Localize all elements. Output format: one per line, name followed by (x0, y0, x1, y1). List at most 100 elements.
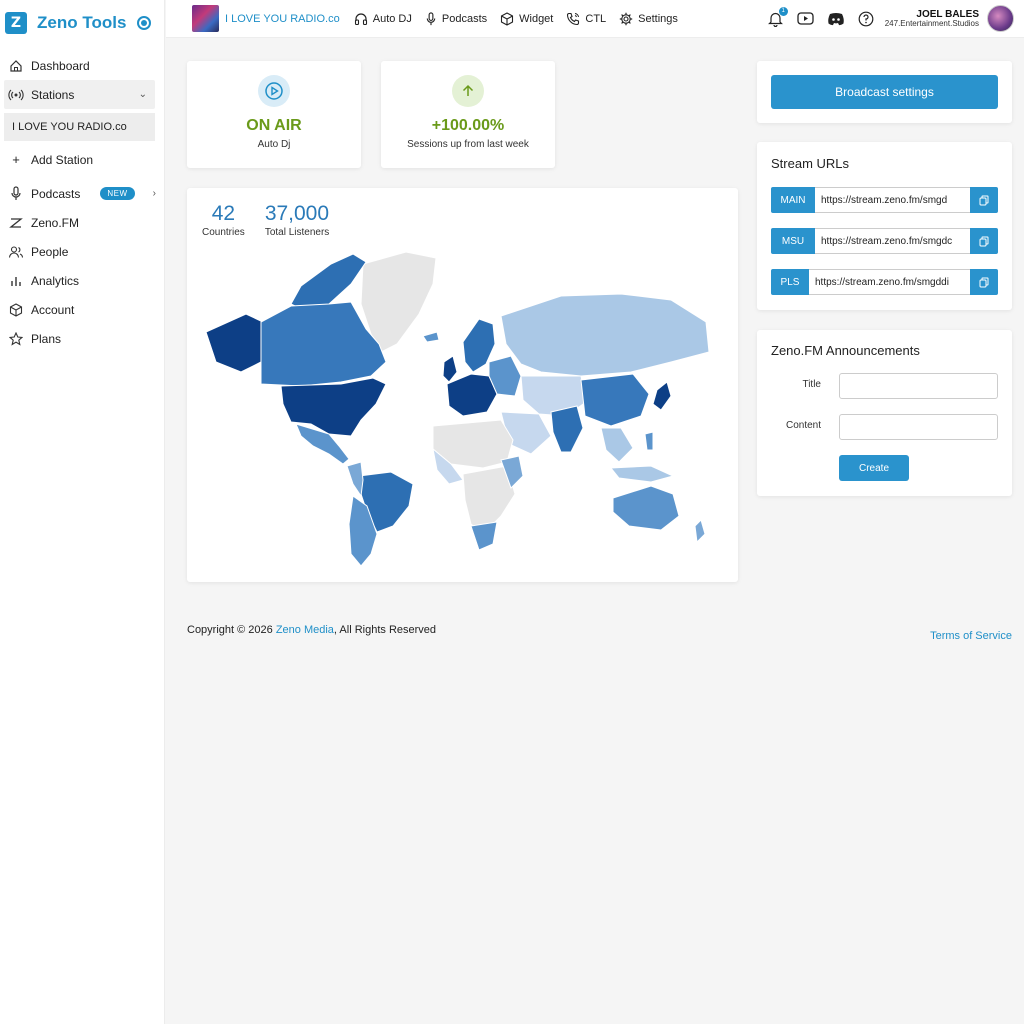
topbar-station-name[interactable]: I LOVE YOU RADIO.co (225, 13, 340, 25)
sidebar-item-account[interactable]: Account (0, 295, 164, 324)
footer-copyright: Copyright © 2026 Zeno Media, All Rights … (187, 624, 436, 636)
avatar[interactable] (987, 5, 1014, 32)
stream-urls-title: Stream URLs (771, 156, 850, 171)
discord-icon[interactable] (827, 10, 845, 28)
stream-url-row: MSU (771, 228, 998, 254)
map-japan (652, 381, 672, 411)
world-map[interactable] (201, 244, 726, 574)
brand[interactable]: Z Zeno Tools (0, 0, 164, 46)
cube-icon (8, 302, 24, 318)
home-icon (8, 58, 24, 74)
listeners-label: Total Listeners (264, 227, 330, 238)
sidebar-item-podcasts[interactable]: Podcasts NEW › (0, 179, 164, 208)
on-air-status: ON AIR (246, 117, 302, 134)
youtube-icon[interactable] (797, 10, 815, 28)
sidebar-item-label: Zeno.FM (31, 215, 80, 230)
listeners-count: 37,000 (264, 202, 330, 225)
stream-url-field[interactable] (815, 187, 970, 213)
map-andes (346, 461, 364, 498)
sessions-label: Sessions up from last week (407, 139, 529, 150)
people-icon (8, 244, 24, 260)
zeno-logo-icon: Z (5, 12, 27, 34)
user-info[interactable]: JOEL BALES 247.Entertainment.Studios (885, 9, 979, 29)
sidebar-item-zenofm[interactable]: Zeno.FM (0, 208, 164, 237)
play-circle-icon (258, 75, 290, 107)
sidebar: Z Zeno Tools Dashboard Stations ⌄ I LOVE… (0, 0, 165, 1024)
help-icon[interactable] (857, 10, 875, 28)
sidebar-item-label: Dashboard (31, 58, 90, 73)
sidebar-item-stations[interactable]: Stations ⌄ (4, 80, 155, 109)
notification-count: 1 (778, 6, 788, 16)
sidebar-item-label: People (31, 244, 69, 259)
topbar-link-label: Settings (638, 12, 678, 25)
plus-icon: + (12, 152, 20, 167)
map-usa (280, 377, 387, 437)
topbar-link-label: Auto DJ (372, 12, 412, 25)
broadcast-settings-button[interactable]: Broadcast settings (771, 75, 998, 109)
map-iceland (422, 331, 440, 343)
zeno-media-link[interactable]: Zeno Media (276, 624, 334, 636)
on-air-label: Auto Dj (257, 139, 291, 150)
sidebar-item-label: Plans (31, 331, 62, 346)
create-button[interactable]: Create (839, 455, 909, 481)
announcement-content-input[interactable] (839, 414, 998, 440)
bar-chart-icon (8, 273, 24, 289)
map-alaska (205, 313, 264, 373)
map-west-europe (446, 373, 498, 417)
broadcast-icon (8, 87, 24, 103)
map-russia (500, 293, 710, 377)
topbar-link-label: Podcasts (441, 12, 488, 25)
topbar: I LOVE YOU RADIO.co Auto DJ Podcasts Wid… (166, 0, 1024, 38)
countries-count: 42 (211, 202, 236, 225)
stream-url-field[interactable] (809, 269, 970, 295)
chevron-right-icon: › (152, 188, 156, 199)
stream-tag: MSU (771, 228, 815, 254)
topbar-widget[interactable]: Widget (500, 11, 553, 26)
copyright-prefix: Copyright © 2026 (187, 624, 276, 636)
bell-icon[interactable]: 1 (767, 6, 788, 28)
target-icon[interactable] (137, 16, 151, 30)
sidebar-item-label: Analytics (31, 273, 80, 288)
topbar-auto-dj[interactable]: Auto DJ (354, 12, 412, 26)
title-label: Title (802, 379, 821, 390)
stream-url-row: MAIN (771, 187, 998, 213)
stream-urls-card: Stream URLs MAIN MSU PLS (757, 142, 1012, 310)
sidebar-item-dashboard[interactable]: Dashboard (0, 51, 164, 80)
sidebar-item-plans[interactable]: Plans (0, 324, 164, 353)
announcements-card: Zeno.FM Announcements Title Content Crea… (757, 330, 1012, 496)
topbar-link-label: CTL (585, 12, 607, 25)
brand-name: Zeno Tools (37, 13, 127, 32)
station-thumbnail[interactable] (192, 5, 219, 32)
topbar-ctl[interactable]: CTL (566, 12, 606, 26)
arrow-up-icon (452, 75, 484, 107)
copy-icon[interactable] (970, 269, 998, 295)
station-label: I LOVE YOU RADIO.co (12, 121, 127, 133)
sidebar-item-add-station[interactable]: + Add Station (0, 145, 164, 174)
map-india (550, 405, 584, 453)
terms-of-service-link[interactable]: Terms of Service (930, 630, 1012, 642)
sidebar-item-label: Add Station (31, 152, 94, 167)
announcement-title-input[interactable] (839, 373, 998, 399)
new-badge: NEW (100, 187, 135, 200)
sidebar-item-station-current[interactable]: I LOVE YOU RADIO.co (4, 113, 155, 141)
zeno-icon (8, 215, 24, 231)
topbar-settings[interactable]: Settings (619, 12, 678, 26)
sidebar-item-label: Account (31, 302, 75, 317)
map-uk (442, 355, 458, 383)
sessions-change: +100.00% (431, 117, 505, 134)
copy-icon[interactable] (970, 187, 998, 213)
copyright-suffix: , All Rights Reserved (333, 624, 437, 636)
copy-icon[interactable] (970, 228, 998, 254)
sidebar-item-people[interactable]: People (0, 237, 164, 266)
user-org: 247.Entertainment.Studios (884, 18, 979, 28)
topbar-podcasts[interactable]: Podcasts (425, 11, 488, 26)
map-indonesia (609, 465, 675, 483)
content-label: Content (785, 420, 821, 431)
headphones-icon (354, 12, 367, 25)
map-new-zealand (694, 519, 706, 544)
map-australia (612, 485, 680, 531)
on-air-card: ON AIR Auto Dj (187, 61, 361, 168)
stream-url-field[interactable] (815, 228, 970, 254)
stream-url-row: PLS (771, 269, 998, 295)
sidebar-item-analytics[interactable]: Analytics (0, 266, 164, 295)
